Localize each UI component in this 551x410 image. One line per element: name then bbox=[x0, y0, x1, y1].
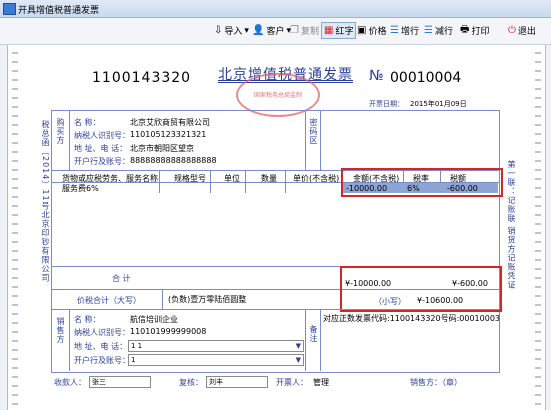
col-header-price: 单价(不含税) bbox=[293, 174, 340, 183]
payee-label: 收款人： bbox=[54, 378, 86, 387]
seller-bank-select[interactable]: 1 ▼ bbox=[128, 354, 304, 366]
left-perforation bbox=[12, 45, 18, 410]
invoice-code: 1100143320 bbox=[92, 70, 192, 86]
buyer-address[interactable]: 北京市朝阳区望京 bbox=[130, 143, 194, 154]
red-invoice-button[interactable]: ▦ 红字 bbox=[321, 22, 357, 39]
reviewer-input[interactable]: 刘丰 bbox=[206, 376, 268, 388]
seller-addr-label: 地 址、电 话： bbox=[74, 342, 128, 351]
customer-button[interactable]: 👤 客户 ▾ bbox=[252, 23, 291, 38]
price-icon: ▣ bbox=[357, 25, 367, 36]
buyer-tax-label: 纳税人识别号： bbox=[74, 131, 130, 140]
dropdown-arrow-icon: ▾ bbox=[244, 25, 249, 36]
row-item-name[interactable]: 服务费6% bbox=[62, 183, 99, 194]
table-row[interactable]: 服务费6% bbox=[62, 183, 160, 193]
reviewer-label: 复核： bbox=[179, 378, 203, 387]
toolbar: ⇩ 导入 ▾ 👤 客户 ▾ ❐ 复制 ▦ 红字 ▣ 价格 ☰ 增行 ☰ 减行 🖶 打印 ⏻ 退出 bbox=[0, 18, 551, 45]
stamp-text: 国家税务总局监制 bbox=[253, 92, 302, 99]
seller-address-select[interactable]: 1 1 ▼ bbox=[128, 340, 304, 352]
window-title: 开具增值税普通发票 bbox=[18, 6, 100, 16]
exit-icon: ⏻ bbox=[508, 25, 516, 36]
remark-label: 备注 bbox=[309, 325, 318, 343]
copy-icon: ❐ bbox=[290, 25, 299, 36]
price-button[interactable]: ▣ 价格 bbox=[357, 23, 386, 38]
seller-tax-label: 纳税人识别号： bbox=[74, 328, 130, 337]
buyer-tax-id[interactable]: 110105123321321 bbox=[130, 130, 206, 139]
payee-input[interactable]: 张三 bbox=[89, 376, 151, 388]
import-button[interactable]: ⇩ 导入 ▾ bbox=[214, 23, 249, 38]
left-vertical-text: 税总函〔2014〕11号北京印钞有限公司 bbox=[41, 120, 50, 283]
number-prefix: № bbox=[369, 68, 384, 84]
print-button[interactable]: 🖶 打印 bbox=[460, 23, 489, 38]
seller-name-label: 名 称： bbox=[74, 315, 101, 324]
buyer-side-label: 购买方 bbox=[56, 118, 65, 145]
buyer-name[interactable]: 北京艾欣商贸有限公司 bbox=[130, 117, 210, 128]
remark-text[interactable]: 对应正数发票代码:1100143320号码:00010003 bbox=[323, 313, 500, 324]
seller-sign-label: 销售方：（章） bbox=[410, 378, 462, 387]
seller-tax-id: 110101999999008 bbox=[130, 327, 207, 336]
buyer-name-label: 名 称： bbox=[74, 118, 101, 127]
copy-button[interactable]: ❐ 复制 bbox=[290, 23, 319, 38]
seller-bank-label: 开户行及账号： bbox=[74, 356, 130, 365]
buyer-bank[interactable]: 88888888888888888 bbox=[130, 156, 217, 165]
red-icon: ▦ bbox=[324, 25, 334, 36]
remove-row-button[interactable]: ☰ 减行 bbox=[424, 23, 453, 38]
remove-row-icon: ☰ bbox=[424, 25, 433, 36]
highlight-amount-box bbox=[341, 168, 503, 197]
seller-name: 航信培训企业 bbox=[130, 315, 178, 324]
total-label: 合 计 bbox=[112, 274, 131, 283]
add-row-button[interactable]: ☰ 增行 bbox=[390, 23, 419, 38]
title-bar: 开具增值税普通发票 bbox=[0, 0, 551, 18]
invoice-date: 2015年01月09日 bbox=[410, 100, 467, 108]
exit-button[interactable]: ⏻ 退出 bbox=[508, 23, 536, 38]
printer-icon: 🖶 bbox=[460, 24, 470, 35]
customer-icon: 👤 bbox=[252, 25, 265, 36]
col-header-unit: 单位 bbox=[224, 174, 240, 183]
chevron-down-icon: ▼ bbox=[295, 342, 301, 350]
chevron-down-icon: ▼ bbox=[295, 356, 301, 364]
drawer-label: 开票人： bbox=[276, 378, 308, 387]
buyer-bank-label: 开户行及账号： bbox=[74, 157, 130, 166]
password-area-label: 密码区 bbox=[309, 118, 318, 145]
app-icon bbox=[3, 3, 16, 15]
col-header-spec: 规格型号 bbox=[174, 174, 206, 183]
highlight-total-box bbox=[340, 266, 502, 312]
date-label: 开票日期： bbox=[369, 100, 404, 108]
sum-uppercase: (负数)壹万零陆佰圆整 bbox=[168, 295, 247, 304]
seller-side-label: 销售方 bbox=[56, 317, 65, 344]
right-perforation bbox=[535, 45, 541, 410]
add-row-icon: ☰ bbox=[390, 25, 399, 36]
buyer-addr-label: 地 址、电 话： bbox=[74, 144, 128, 153]
import-icon: ⇩ bbox=[214, 25, 223, 36]
drawer-name: 管理 bbox=[313, 378, 329, 387]
sum-label: 价税合计（大写） bbox=[77, 296, 141, 305]
right-vertical-text: 第一联：记账联 销货方记账凭证 bbox=[507, 160, 516, 290]
invoice-number: 00010004 bbox=[390, 70, 462, 86]
col-header-qty: 数量 bbox=[261, 174, 277, 183]
